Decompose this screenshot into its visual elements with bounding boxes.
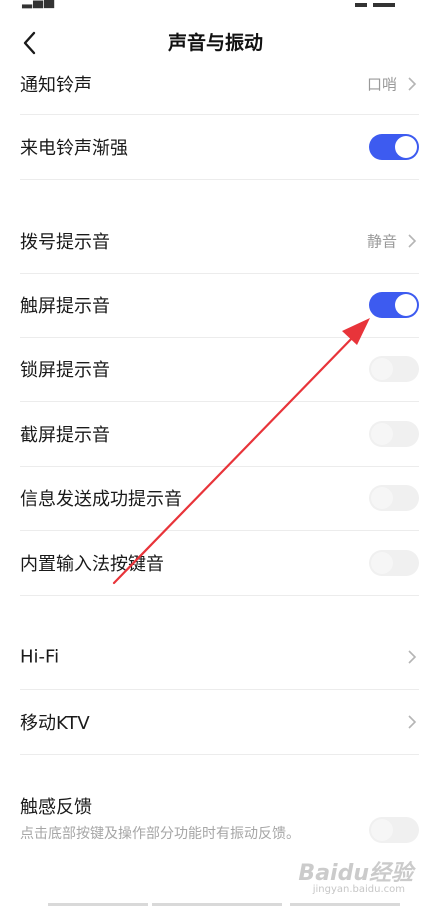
row-label: 触感反馈 [20, 797, 92, 818]
screenshot-tone-toggle[interactable] [369, 421, 419, 447]
divider [20, 754, 419, 755]
toggle-knob [395, 294, 417, 316]
message-sent-tone-toggle[interactable] [369, 485, 419, 511]
row-label: Hi-Fi [20, 646, 60, 668]
row-label: 信息发送成功提示音 [20, 489, 182, 510]
row-notification-ringtone[interactable]: 通知铃声 口哨 [0, 52, 431, 116]
status-icons [349, 0, 409, 7]
divider [20, 179, 419, 180]
row-dial-tone[interactable]: 拨号提示音 静音 [0, 209, 431, 273]
row-ime-key-tone: 内置输入法按键音 [0, 531, 431, 595]
ring-crescendo-toggle[interactable] [369, 134, 419, 160]
row-label: 内置输入法按键音 [20, 554, 164, 575]
row-value: 静音 [366, 232, 397, 251]
row-label: 通知铃声 [20, 75, 92, 96]
row-value: 口哨 [366, 75, 397, 94]
status-bar: ▂▄▆ [0, 0, 431, 12]
bottom-edge [0, 902, 431, 906]
haptic-description: 点击底部按键及操作部分功能时有振动反馈。 [20, 826, 300, 842]
chevron-right-icon [408, 234, 417, 248]
toggle-knob [371, 358, 393, 380]
row-ring-crescendo: 来电铃声渐强 [0, 115, 431, 179]
row-label: 移动KTV [20, 713, 90, 734]
row-label: 触屏提示音 [20, 296, 110, 317]
row-mobile-ktv[interactable]: 移动KTV [0, 690, 431, 754]
baidu-watermark-url: jingyan.baidu.com [312, 884, 405, 895]
baidu-watermark: Baidu经验 [298, 861, 413, 886]
status-signal: ▂▄▆ [22, 0, 55, 9]
ime-key-tone-toggle[interactable] [369, 550, 419, 576]
toggle-knob [371, 423, 393, 445]
page-title: 声音与振动 [167, 32, 263, 54]
toggle-knob [371, 552, 393, 574]
row-message-sent-tone: 信息发送成功提示音 [0, 466, 431, 530]
chevron-right-icon [408, 77, 417, 91]
chevron-right-icon [408, 650, 417, 664]
toggle-knob [371, 487, 393, 509]
row-touch-tone: 触屏提示音 [0, 273, 431, 337]
row-screenshot-tone: 截屏提示音 [0, 402, 431, 466]
row-label: 拨号提示音 [20, 232, 110, 253]
divider [20, 595, 419, 596]
chevron-right-icon [408, 715, 417, 729]
lock-tone-toggle[interactable] [369, 356, 419, 382]
row-label: 截屏提示音 [20, 425, 110, 446]
row-hifi[interactable]: Hi-Fi [0, 625, 431, 689]
row-label: 锁屏提示音 [20, 360, 110, 381]
row-lock-tone: 锁屏提示音 [0, 337, 431, 401]
toggle-knob [371, 819, 393, 841]
toggle-knob [395, 136, 417, 158]
haptic-feedback-toggle[interactable] [369, 817, 419, 843]
row-label: 来电铃声渐强 [20, 138, 128, 159]
touch-tone-toggle[interactable] [369, 292, 419, 318]
